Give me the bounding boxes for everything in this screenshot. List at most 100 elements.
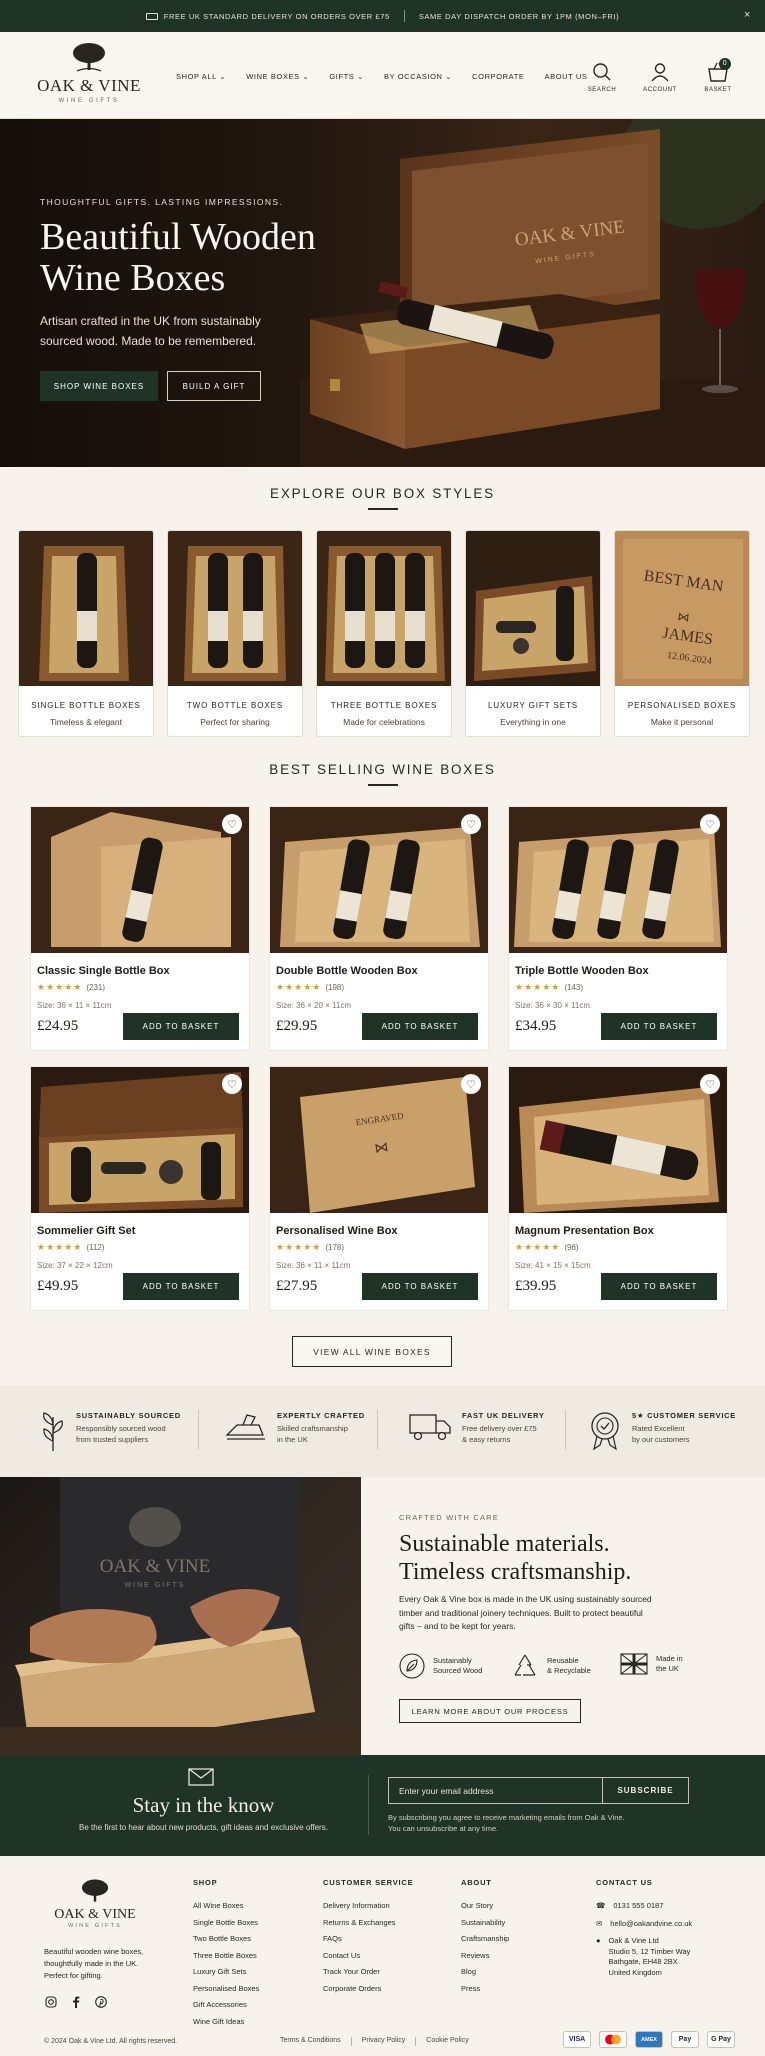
footer-contact-column: CONTACT US ☎ 0131 555 0187 ✉ hello@oakandv… — [596, 1878, 693, 1977]
footer-link[interactable]: Single Bottle Boxes — [193, 1918, 259, 1927]
nav-by-occasion[interactable]: BY OCCASION ⌄ — [384, 72, 452, 81]
footer-link[interactable]: Sustainability — [461, 1918, 509, 1927]
wishlist-heart-icon[interactable]: ♡ — [700, 814, 720, 834]
footer-link[interactable]: Luxury Gift Sets — [193, 1967, 259, 1976]
build-a-gift-button[interactable]: BUILD A GIFT — [167, 371, 261, 401]
terms-link[interactable]: Terms & Conditions — [280, 2037, 341, 2046]
section-title: EXPLORE OUR BOX STYLES — [270, 486, 495, 501]
footer-link[interactable]: Press — [461, 1984, 509, 1993]
nav-corporate[interactable]: CORPORATE — [472, 72, 524, 81]
footer-link[interactable]: Three Bottle Boxes — [193, 1951, 259, 1960]
footer-shop-column: SHOP All Wine Boxes Single Bottle Boxes … — [193, 1878, 260, 2026]
product-card[interactable]: ♡ Classic Single Bottle Box ★★★★★ (231) S… — [30, 806, 250, 1051]
footer-link[interactable]: Track Your Order — [323, 1967, 413, 1976]
footer-link[interactable]: Contact Us — [323, 1951, 413, 1960]
add-to-basket-button[interactable]: ADD TO BASKET — [601, 1013, 717, 1040]
account-button[interactable]: ACCOUNT — [643, 62, 677, 93]
product-card[interactable]: ♡ Sommelier Gift Set ★★★★★ (112) Size: 37… — [30, 1066, 250, 1311]
oak-tree-icon — [81, 1879, 109, 1902]
nav-gifts[interactable]: GIFTS ⌄ — [329, 72, 364, 81]
footer-link[interactable]: Craftsmanship — [461, 1934, 509, 1943]
brand-name: OAK & VINE — [37, 76, 141, 95]
footer-link[interactable]: Personalised Boxes — [193, 1984, 259, 1993]
features-strip: SUSTAINABLY SOURCED Responsibly sourced w… — [0, 1385, 765, 1477]
email-input[interactable]: Enter your email address — [388, 1777, 602, 1804]
visa-icon: VISA — [563, 2031, 591, 2048]
add-to-basket-button[interactable]: ADD TO BASKET — [123, 1273, 239, 1300]
divider — [198, 1410, 199, 1450]
svg-text:OAK & VINE: OAK & VINE — [100, 1556, 210, 1577]
style-card-personalised[interactable]: BEST MAN ⋈ JAMES 12.06.2024 PERSONALISED… — [614, 530, 750, 737]
nav-about-us[interactable]: ABOUT US — [545, 72, 588, 81]
wishlist-heart-icon[interactable]: ♡ — [222, 1074, 242, 1094]
shop-wine-boxes-button[interactable]: SHOP WINE BOXES — [40, 371, 158, 401]
product-size: Size: 36 × 11 × 11cm — [37, 1001, 112, 1010]
product-name[interactable]: Classic Single Bottle Box — [37, 965, 249, 977]
subscribe-button[interactable]: SUBSCRIBE — [602, 1777, 689, 1804]
footer-link[interactable]: Wine Gift Ideas — [193, 2017, 259, 2026]
style-card-luxury[interactable]: LUXURY GIFT SETS Everything in one — [465, 530, 601, 737]
footer-link[interactable]: All Wine Boxes — [193, 1901, 259, 1910]
craft-body: Every Oak & Vine box is made in the UK u… — [399, 1594, 652, 1631]
footer-service-column: CUSTOMER SERVICE Delivery Information Re… — [323, 1878, 414, 1993]
instagram-icon[interactable] — [45, 1996, 57, 2008]
product-name[interactable]: Personalised Wine Box — [276, 1225, 488, 1237]
product-name[interactable]: Double Bottle Wooden Box — [276, 965, 488, 977]
product-size: Size: 36 × 20 × 11cm — [276, 1001, 352, 1010]
footer-link[interactable]: Our Story — [461, 1901, 509, 1910]
nav-shop-all[interactable]: SHOP ALL ⌄ — [176, 72, 226, 81]
product-name[interactable]: Sommelier Gift Set — [37, 1225, 249, 1237]
newsletter-fine-print: By subscribing you agree to receive mark… — [388, 1813, 625, 1833]
product-card[interactable]: ♡ Double Bottle Wooden Box ★★★★★ (198) Si… — [269, 806, 489, 1051]
privacy-link[interactable]: Privacy Policy — [362, 2037, 406, 2046]
pinterest-icon[interactable] — [95, 1996, 107, 2008]
product-name[interactable]: Magnum Presentation Box — [515, 1225, 727, 1237]
footer-logo[interactable]: OAK & VINE WINE GIFTS — [50, 1878, 140, 1929]
product-name[interactable]: Triple Bottle Wooden Box — [515, 965, 727, 977]
footer-link[interactable]: Gift Accessories — [193, 2000, 259, 2009]
contact-phone[interactable]: ☎ 0131 555 0187 — [596, 1901, 692, 1912]
user-icon — [651, 63, 669, 82]
product-card[interactable]: ♡ Magnum Presentation Box ★★★★★ (96) Size… — [508, 1066, 728, 1311]
hero-wine-box-image: OAK & VINE WINE GIFTS — [300, 119, 765, 467]
view-all-wine-boxes-button[interactable]: VIEW ALL WINE BOXES — [292, 1336, 452, 1367]
wishlist-heart-icon[interactable]: ♡ — [700, 1074, 720, 1094]
footer-about-column: ABOUT Our Story Sustainability Craftsman… — [461, 1878, 510, 1993]
wishlist-heart-icon[interactable]: ♡ — [461, 814, 481, 834]
wishlist-heart-icon[interactable]: ♡ — [222, 814, 242, 834]
footer-link[interactable]: Blog — [461, 1967, 509, 1976]
footer-link[interactable]: FAQs — [323, 1934, 413, 1943]
location-pin-icon: ● — [596, 1936, 601, 1945]
union-flag-icon — [620, 1653, 648, 1675]
style-card-single[interactable]: SINGLE BOTTLE BOXES Timeless & elegant — [18, 530, 154, 737]
facebook-icon[interactable] — [70, 1996, 82, 2008]
product-card[interactable]: ♡ Triple Bottle Wooden Box ★★★★★ (143) Si… — [508, 806, 728, 1051]
add-to-basket-button[interactable]: ADD TO BASKET — [362, 1013, 478, 1040]
add-to-basket-button[interactable]: ADD TO BASKET — [123, 1013, 239, 1040]
newsletter-section: Stay in the know Be the first to hear ab… — [0, 1755, 765, 1856]
add-to-basket-button[interactable]: ADD TO BASKET — [601, 1273, 717, 1300]
style-card-two[interactable]: TWO BOTTLE BOXES Perfect for sharing — [167, 530, 303, 737]
logo[interactable]: OAK & VINE WINE GIFTS — [34, 42, 144, 104]
footer-link[interactable]: Two Bottle Boxes — [193, 1934, 259, 1943]
cookie-link[interactable]: Cookie Policy — [426, 2037, 468, 2046]
wishlist-heart-icon[interactable]: ♡ — [461, 1074, 481, 1094]
product-card[interactable]: ENGRAVED ⋈ ♡ Personalised Wine Box ★★★★★… — [269, 1066, 489, 1311]
svg-text:⋈: ⋈ — [677, 609, 691, 625]
feature-delivery: FAST UK DELIVERY Free delivery over £75 & … — [408, 1411, 545, 1445]
truck-icon — [409, 1414, 451, 1441]
footer-link[interactable]: Reviews — [461, 1951, 509, 1960]
nav-wine-boxes[interactable]: WINE BOXES ⌄ — [246, 72, 309, 81]
search-button[interactable]: SEARCH — [585, 62, 619, 93]
footer-link[interactable]: Delivery Information — [323, 1901, 413, 1910]
contact-email[interactable]: ✉ hello@oakandvine.co.uk — [596, 1919, 692, 1930]
style-card-three[interactable]: THREE BOTTLE BOXES Made for celebrations — [316, 530, 452, 737]
add-to-basket-button[interactable]: ADD TO BASKET — [362, 1273, 478, 1300]
footer-link[interactable]: Corporate Orders — [323, 1984, 413, 1993]
footer-link[interactable]: Returns & Exchanges — [323, 1918, 413, 1927]
basket-button[interactable]: BASKET 0 — [701, 58, 735, 93]
close-icon[interactable]: × — [744, 9, 751, 21]
product-image — [31, 807, 249, 953]
brand-tagline: WINE GIFTS — [58, 98, 120, 104]
learn-more-button[interactable]: LEARN MORE ABOUT OUR PROCESS — [399, 1699, 581, 1723]
